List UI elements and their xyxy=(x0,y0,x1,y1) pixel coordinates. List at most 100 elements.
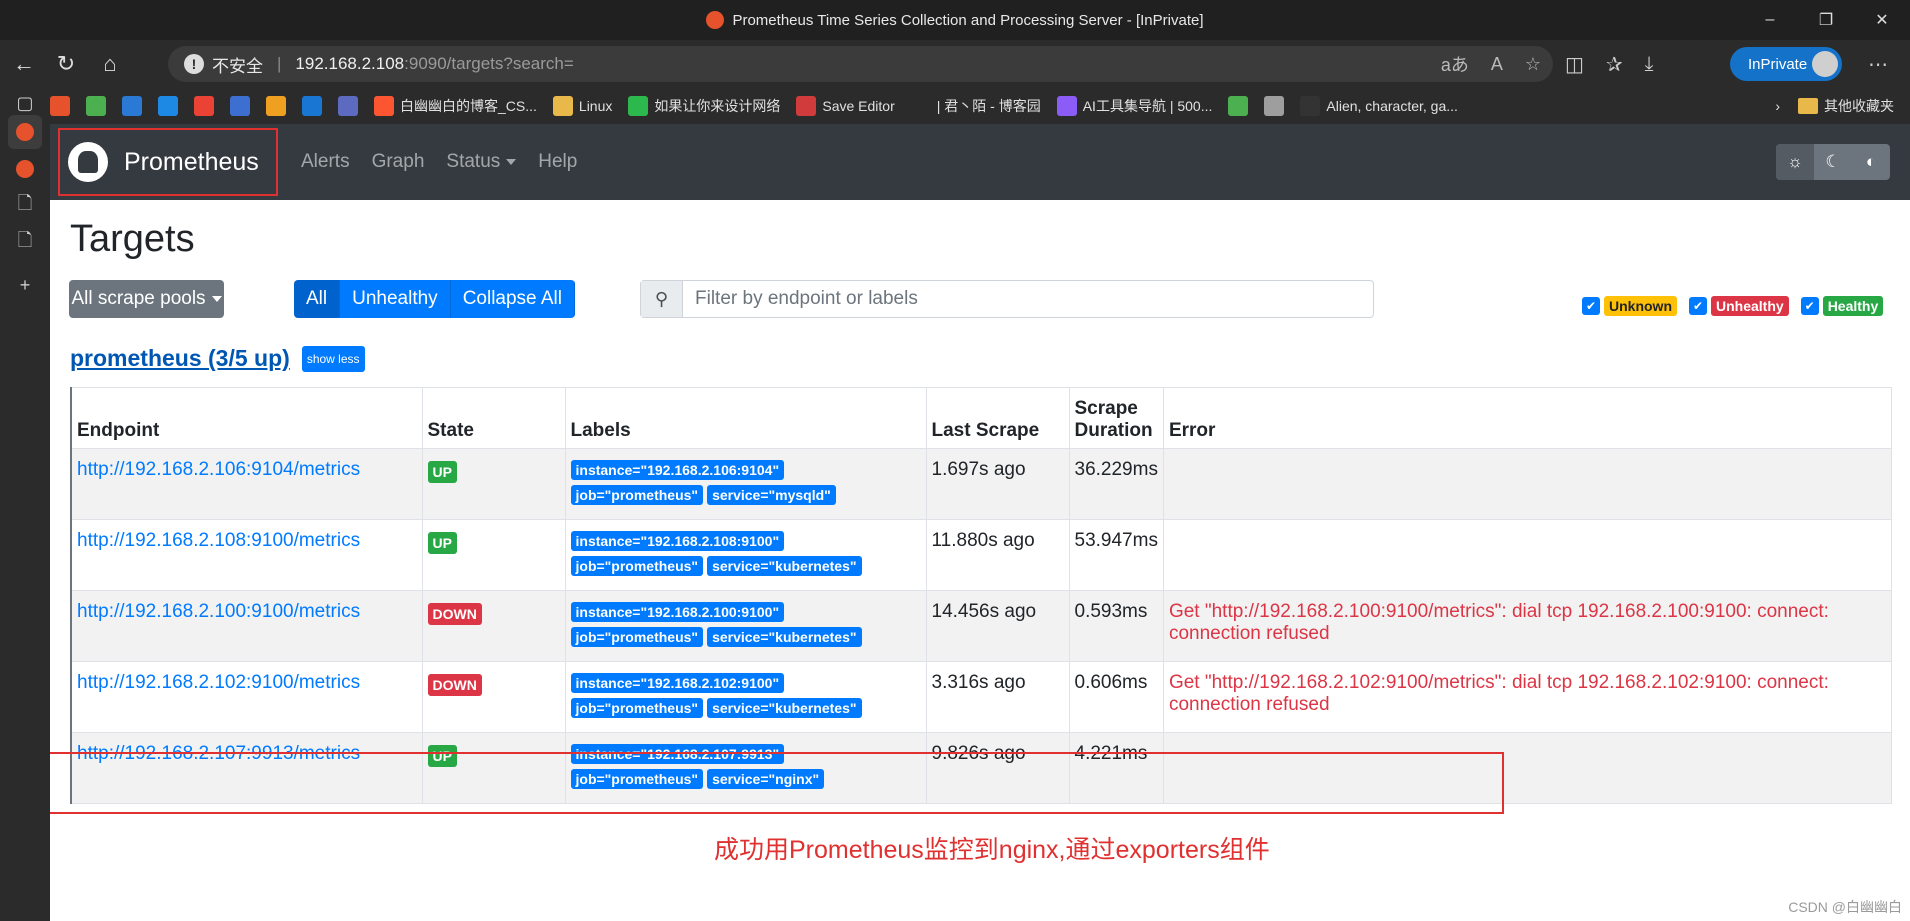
unknown-checkbox[interactable]: ✔ xyxy=(1582,297,1600,315)
bookmark-item[interactable]: Save Editor xyxy=(796,96,895,116)
bookmark-label: 白幽幽白的博客_CS... xyxy=(400,98,537,114)
label-badge: service="nginx" xyxy=(707,769,825,789)
bookmark-item[interactable] xyxy=(158,96,178,116)
tab-document-1[interactable]: 🗋 xyxy=(8,189,42,223)
window-titlebar: Prometheus Time Series Collection and Pr… xyxy=(0,0,1910,40)
cell-endpoint: http://192.168.2.100:9100/metrics xyxy=(70,590,423,662)
other-favorites-folder[interactable]: 其他收藏夹 xyxy=(1798,96,1894,116)
bookmark-icon xyxy=(122,96,142,116)
label-badge: job="prometheus" xyxy=(570,556,704,576)
bookmark-item[interactable]: 白幽幽白的博客_CS... xyxy=(374,96,537,116)
nav-help[interactable]: Help xyxy=(527,151,588,173)
nav-graph[interactable]: Graph xyxy=(361,151,436,173)
close-button[interactable]: ✕ xyxy=(1854,0,1910,40)
endpoint-link[interactable]: http://192.168.2.100:9100/metrics xyxy=(77,601,360,622)
bookmark-item[interactable]: Alien, character, ga... xyxy=(1300,96,1458,116)
bookmark-icon xyxy=(266,96,286,116)
chevron-down-icon xyxy=(211,296,222,302)
endpoint-link[interactable]: http://192.168.2.106:9104/metrics xyxy=(77,459,360,480)
bookmark-icon xyxy=(374,96,394,116)
bookmark-item[interactable] xyxy=(230,96,250,116)
more-menu-icon[interactable]: ⋯ xyxy=(1860,48,1896,80)
bookmark-item[interactable] xyxy=(122,96,142,116)
bookmark-item[interactable] xyxy=(266,96,286,116)
other-favorites-label: 其他收藏夹 xyxy=(1824,98,1894,114)
collapse-all-button[interactable]: Collapse All xyxy=(450,280,575,318)
search-input[interactable] xyxy=(683,281,1373,317)
refresh-icon[interactable]: ↻ xyxy=(48,48,84,80)
bookmark-icon xyxy=(338,96,358,116)
read-aloud-icon[interactable]: A xyxy=(1491,54,1503,75)
favorites-icon[interactable]: ✰ xyxy=(1606,52,1623,77)
search-box: ⚲ xyxy=(640,280,1374,318)
bookmark-icon xyxy=(910,96,931,116)
header-scrape-duration: Scrape Duration xyxy=(1068,387,1164,449)
new-tab-icon[interactable]: + xyxy=(8,268,42,302)
bookmark-icon xyxy=(230,96,250,116)
nav-status[interactable]: Status xyxy=(435,151,527,173)
bookmark-item[interactable] xyxy=(1264,96,1285,116)
browser-theme-icon[interactable]: ◐ xyxy=(1852,144,1890,180)
table-header-row: Endpoint State Labels Last Scrape Scrape… xyxy=(70,387,1893,449)
cell-scrape-duration: 4.221ms xyxy=(1068,732,1164,804)
bookmark-item[interactable] xyxy=(302,96,322,116)
bookmark-item[interactable]: | 君丶陌 - 博客园 xyxy=(910,96,1041,116)
tab-document-2[interactable]: 🗋 xyxy=(8,226,42,260)
label-badge: instance="192.168.2.100:9100" xyxy=(570,602,785,622)
bookmark-item[interactable] xyxy=(50,96,70,116)
pool-title-link[interactable]: prometheus (3/5 up) xyxy=(70,345,290,372)
chevron-right-icon[interactable]: › xyxy=(1775,98,1780,114)
bookmark-icon xyxy=(552,96,573,116)
state-badge: DOWN xyxy=(427,603,482,625)
healthy-badge: Healthy xyxy=(1822,296,1884,316)
label-badge: service="kubernetes" xyxy=(707,698,862,718)
show-less-button[interactable]: show less xyxy=(301,345,365,372)
favorite-star-icon[interactable]: ☆ xyxy=(1525,54,1541,75)
url-field[interactable]: ! 不安全 | 192.168.2.108 :9090/targets?sear… xyxy=(168,46,1553,82)
bookmark-icon xyxy=(1056,96,1077,116)
endpoint-link[interactable]: http://192.168.2.108:9100/metrics xyxy=(77,530,360,551)
download-icon[interactable]: ⤓ xyxy=(1645,53,1654,76)
cell-labels: instance="192.168.2.106:9104" job="promet… xyxy=(564,448,927,520)
bookmark-item[interactable]: 如果让你来设计网络 xyxy=(628,96,780,116)
filter-button-group: All Unhealthy Collapse All xyxy=(294,280,575,318)
minimize-button[interactable]: – xyxy=(1742,0,1798,40)
split-screen-icon[interactable]: ◫ xyxy=(1565,52,1584,77)
dark-theme-moon-icon[interactable]: ☾ xyxy=(1814,144,1852,180)
state-badge: UP xyxy=(427,532,457,554)
unknown-badge: Unknown xyxy=(1604,296,1677,316)
bookmark-item[interactable] xyxy=(1228,96,1249,116)
url-path[interactable]: :9090/targets?search= xyxy=(404,54,574,74)
endpoint-link[interactable]: http://192.168.2.102:9100/metrics xyxy=(77,672,360,693)
address-bar: ← ↻ ⌂ ! 不安全 | 192.168.2.108 :9090/target… xyxy=(0,40,1910,88)
prometheus-tab-icon xyxy=(16,123,34,141)
restore-button[interactable]: ❐ xyxy=(1798,0,1854,40)
warning-icon[interactable]: ! xyxy=(184,54,204,74)
label-badge: job="prometheus" xyxy=(570,698,704,718)
bookmark-item[interactable]: AI工具集导航 | 500... xyxy=(1056,96,1213,116)
security-label[interactable]: 不安全 xyxy=(212,52,263,77)
nav-alerts[interactable]: Alerts xyxy=(290,151,361,173)
back-icon[interactable]: ← xyxy=(6,48,42,80)
bookmark-item[interactable]: Linux xyxy=(552,96,612,116)
url-host[interactable]: 192.168.2.108 xyxy=(295,54,404,74)
light-theme-sun-icon[interactable]: ☼ xyxy=(1776,144,1814,180)
bookmark-item[interactable] xyxy=(86,96,106,116)
bookmark-item[interactable] xyxy=(194,96,214,116)
endpoint-link[interactable]: http://192.168.2.107:9913/metrics xyxy=(77,743,360,764)
window-title-text: Prometheus Time Series Collection and Pr… xyxy=(732,11,1204,29)
translate-icon[interactable]: aあ xyxy=(1441,51,1469,77)
label-badge: service="kubernetes" xyxy=(707,627,862,647)
bookmark-item[interactable] xyxy=(338,96,358,116)
inprivate-button[interactable]: InPrivate xyxy=(1730,47,1842,81)
scrape-pools-dropdown[interactable]: All scrape pools xyxy=(69,280,224,318)
bookmark-label: AI工具集导航 | 500... xyxy=(1082,98,1213,114)
filter-unhealthy-button[interactable]: Unhealthy xyxy=(340,280,451,318)
tab-prometheus-active[interactable] xyxy=(8,115,42,149)
watermark: CSDN @白幽幽白 xyxy=(1788,899,1902,915)
tab-prometheus[interactable] xyxy=(8,152,42,186)
unhealthy-checkbox[interactable]: ✔ xyxy=(1689,297,1707,315)
healthy-checkbox[interactable]: ✔ xyxy=(1800,297,1819,315)
filter-all-button[interactable]: All xyxy=(294,280,341,318)
home-icon[interactable]: ⌂ xyxy=(92,48,128,80)
